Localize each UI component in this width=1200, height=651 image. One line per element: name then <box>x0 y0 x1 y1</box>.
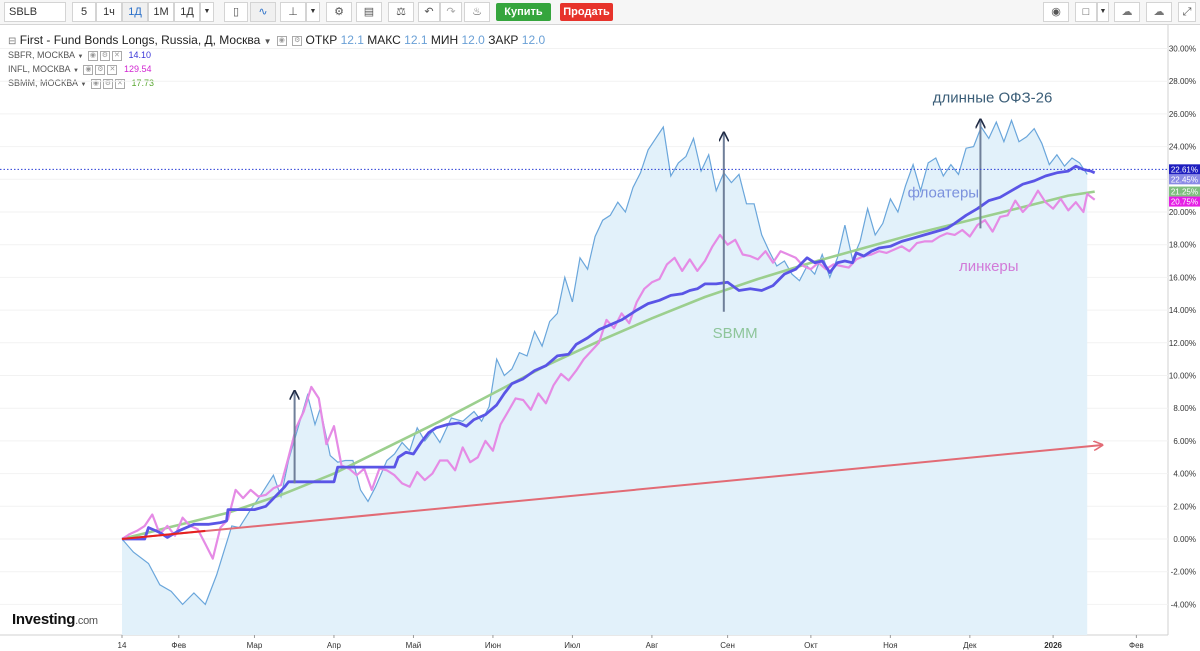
y-tick-label: 16.00% <box>1169 273 1196 282</box>
y-tick-label: 4.00% <box>1173 470 1196 479</box>
annotation-label: линкеры <box>959 258 1019 275</box>
chart-canvas[interactable]: длинные ОФЗ-26 флоатеры линкеры SBMM 30.00%… <box>0 0 1200 651</box>
x-tick-label: Сен <box>720 641 735 650</box>
y-tick-label: 24.00% <box>1169 143 1196 152</box>
x-tick-label: 14 <box>118 641 127 650</box>
x-tick-label: Июн <box>485 641 501 650</box>
y-tick-label: 10.00% <box>1169 372 1196 381</box>
investing-logo: Investing.com <box>12 611 98 628</box>
y-tick-label: 0.00% <box>1173 535 1196 544</box>
x-tick-label: Май <box>406 641 422 650</box>
x-tick-label: Авг <box>646 641 659 650</box>
annotation-label: флоатеры <box>908 184 979 201</box>
y-tick-label: 2.00% <box>1173 502 1196 511</box>
x-tick-label: Фев <box>1129 641 1144 650</box>
annotation-label: SBMM <box>713 325 758 342</box>
price-label: 21.25% <box>1171 188 1198 197</box>
x-tick-label: 2026 <box>1044 641 1062 650</box>
y-tick-label: 18.00% <box>1169 241 1196 250</box>
logo-brand: Investing <box>12 611 76 628</box>
y-tick-label: 6.00% <box>1173 437 1196 446</box>
y-tick-label: 8.00% <box>1173 404 1196 413</box>
y-tick-label: 28.00% <box>1169 77 1196 86</box>
price-label: 22.45% <box>1171 175 1198 184</box>
y-tick-label: 12.00% <box>1169 339 1196 348</box>
y-tick-label: 14.00% <box>1169 306 1196 315</box>
x-tick-label: Фев <box>171 641 186 650</box>
x-tick-label: Окт <box>804 641 818 650</box>
x-tick-label: Дек <box>963 641 977 650</box>
logo-suffix: .com <box>75 615 98 627</box>
y-tick-label: -4.00% <box>1171 600 1196 609</box>
price-label: 20.75% <box>1171 198 1198 207</box>
y-tick-label: 30.00% <box>1169 45 1196 54</box>
price-label: 22.61% <box>1171 165 1198 174</box>
y-tick-label: -2.00% <box>1171 568 1196 577</box>
annotation-label: длинные ОФЗ-26 <box>933 89 1053 106</box>
x-tick-label: Ноя <box>883 641 898 650</box>
y-tick-label: 20.00% <box>1169 208 1196 217</box>
x-tick-label: Мар <box>247 641 263 650</box>
y-tick-label: 26.00% <box>1169 110 1196 119</box>
x-tick-label: Июл <box>564 641 581 650</box>
x-tick-label: Апр <box>327 641 342 650</box>
